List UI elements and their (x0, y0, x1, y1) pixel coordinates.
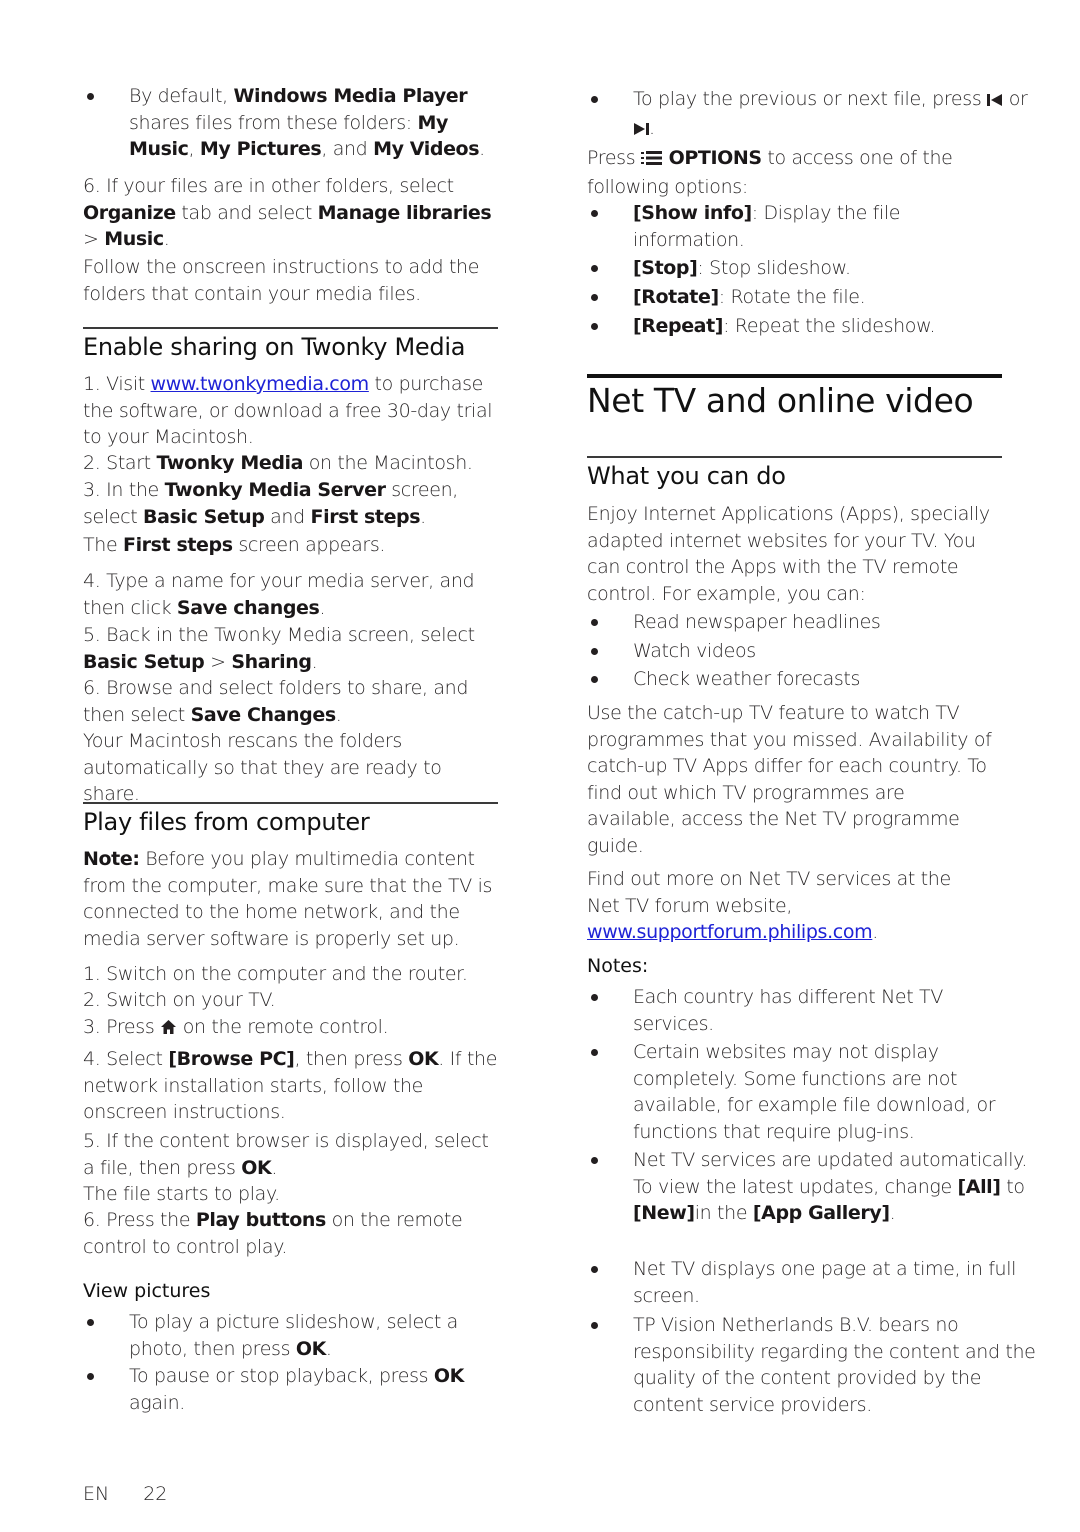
catch-up-tv-text: Use the catch-up TV feature to watch TV … (587, 702, 992, 857)
play-note: Note: Before you play multimedia content… (83, 848, 493, 950)
twonky-step-3: 3. In the Twonky Media Server screen, se… (83, 479, 458, 528)
page-number: 22 (143, 1483, 168, 1505)
note-item: Net TV services are updated automaticall… (587, 1147, 1028, 1227)
note-item: TP Vision Netherlands B.V. bears no resp… (587, 1312, 1048, 1418)
twonky-first-steps-appears: The First steps screen appears. (83, 534, 386, 556)
page-footer: EN 22 (83, 1483, 167, 1505)
twonky-rescan-text: Your Macintosh rescans the folders autom… (83, 730, 442, 805)
play-step-1: 1. Switch on the computer and the router… (83, 963, 468, 985)
twonky-step-4: 4. Type a name for your media server, an… (83, 570, 475, 619)
wmp-default-folders-bullet: By default, Windows Media Player shares … (83, 83, 509, 163)
play-step-5: 5. If the content browser is displayed, … (83, 1130, 489, 1179)
twonky-step-5: 5. Back in the Twonky Media screen, sele… (83, 624, 475, 673)
play-step-4: 4. Select [Browse PC], then press OK. If… (83, 1048, 498, 1123)
play-step-2: 2. Switch on your TV. (83, 989, 276, 1011)
section-heading-what-you-can-do: What you can do (587, 462, 786, 490)
view-pictures-bullet: To play a picture slideshow, select a ph… (83, 1309, 514, 1362)
note-item: Certain websites may not display complet… (587, 1039, 1043, 1145)
note-item: Net TV displays one page at a time, in f… (587, 1256, 1038, 1309)
options-intro: Press OPTIONS to access one of the follo… (587, 147, 953, 198)
section-divider (83, 802, 498, 804)
home-icon (160, 1016, 177, 1043)
twonky-step-1: 1. Visit www.twonkymedia.com to purchase… (83, 373, 493, 448)
option-item: [Show info]: Display the file informatio… (587, 200, 953, 253)
prev-next-bullet: To play the previous or next file, press… (587, 86, 1043, 143)
step-6-other-folders: 6. If your files are in other folders, s… (83, 175, 492, 250)
option-item: [Rotate]: Rotate the file. (587, 284, 1048, 311)
section-divider (587, 456, 1002, 458)
play-file-starts: The file starts to play. (83, 1183, 280, 1205)
language-code: EN (83, 1483, 110, 1505)
follow-instructions-text: Follow the onscreen instructions to add … (83, 256, 480, 305)
chapter-divider (587, 374, 1002, 378)
play-step-6: 6. Press the Play buttons on the remote … (83, 1209, 463, 1258)
options-icon (640, 147, 663, 174)
example-item: Read newspaper headlines (587, 609, 1048, 636)
skip-next-icon (633, 117, 649, 144)
play-step-3: 3. Press on the remote control. (83, 1014, 498, 1043)
section-heading-twonky: Enable sharing on Twonky Media (83, 333, 466, 361)
net-tv-intro: Enjoy Internet Applications (Apps), spec… (587, 503, 990, 605)
example-item: Check weather forecasts (587, 666, 1048, 693)
twonky-step-6: 6. Browse and select folders to share, a… (83, 677, 469, 726)
option-item: [Repeat]: Repeat the slideshow. (587, 313, 1048, 340)
notes-label: Notes: (587, 955, 649, 977)
chapter-title: Net TV and online video (587, 381, 974, 420)
subheading-view-pictures: View pictures (83, 1280, 211, 1302)
section-heading-play-files: Play files from computer (83, 808, 370, 836)
example-item: Watch videos (587, 638, 1048, 665)
section-divider (83, 327, 498, 329)
note-item: Each country has different Net TV servic… (587, 984, 1013, 1037)
option-item: [Stop]: Stop slideshow. (587, 255, 1048, 282)
twonky-step-2: 2. Start Twonky Media on the Macintosh. (83, 452, 473, 474)
supportforum-link[interactable]: www.supportforum.philips.com (587, 921, 873, 943)
twonkymedia-link[interactable]: www.twonkymedia.com (151, 373, 370, 395)
find-out-more-text: Find out more on Net TV services at the … (587, 868, 951, 943)
skip-previous-icon (987, 88, 1003, 115)
view-pictures-bullet: To pause or stop playback, press OK agai… (83, 1363, 524, 1416)
